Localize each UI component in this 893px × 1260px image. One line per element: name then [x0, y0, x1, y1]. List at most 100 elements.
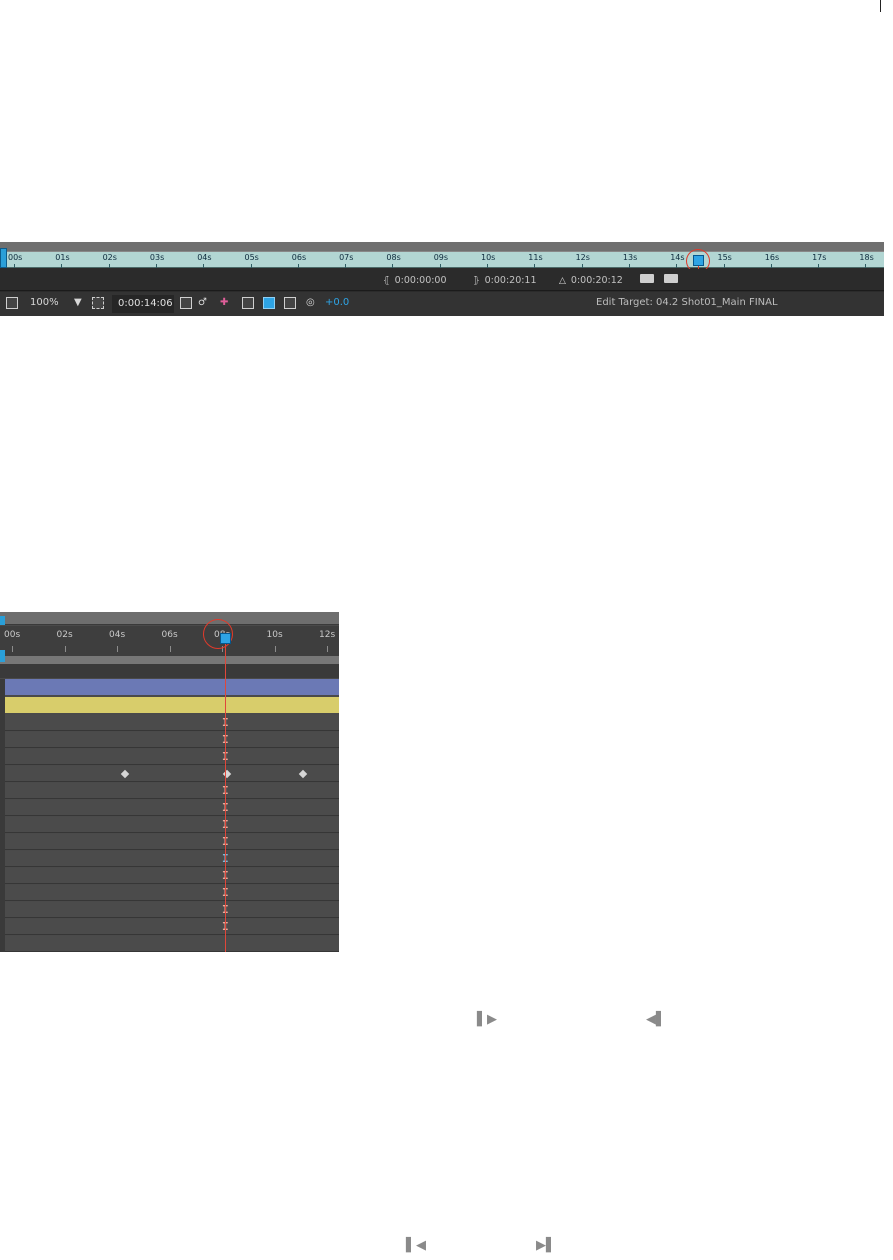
ruler-tick-mark — [61, 264, 63, 268]
region-of-interest-icon[interactable] — [92, 297, 104, 309]
composition-timeline-zoomed: 00s02s04s06s08s10s12s IIIIIIIIIIII — [0, 612, 339, 952]
time-ruler[interactable]: 00s02s04s06s08s10s12s — [0, 626, 339, 656]
ruler-tick-label: 05s — [244, 253, 259, 262]
exposure-value[interactable]: +0.0 — [325, 297, 349, 308]
ruler-tick-mark — [274, 646, 276, 652]
ruler-tick-label: 03s — [149, 253, 165, 262]
trim-comp-icon[interactable] — [640, 274, 654, 283]
property-row[interactable] — [5, 783, 339, 799]
ruler-tick-mark — [117, 646, 118, 652]
property-row[interactable] — [5, 902, 339, 918]
last-frame-icon[interactable]: ▶▌ — [536, 1238, 556, 1253]
ruler-tick-label: 00s — [4, 630, 21, 640]
resolution-icon[interactable] — [242, 297, 254, 309]
magnifier-icon[interactable] — [6, 297, 18, 309]
ruler-tick-label: 15s — [717, 253, 732, 262]
property-row[interactable] — [5, 851, 339, 867]
work-area-start-handle[interactable] — [0, 248, 7, 268]
layer-bar-yellow[interactable] — [5, 697, 339, 713]
ruler-tick-mark — [64, 646, 66, 652]
ruler-tick-label: 06s — [291, 253, 307, 262]
ruler-tick-mark — [676, 264, 678, 268]
ruler-tick-mark — [203, 264, 205, 268]
work-area-start: ⦃ 0:00:00:00 — [383, 275, 447, 286]
ruler-tick-mark — [534, 264, 536, 268]
handle-top — [0, 616, 5, 625]
property-row[interactable] — [5, 868, 339, 884]
ruler-tick-label: 01s — [55, 253, 70, 262]
work-area-start-handle[interactable] — [0, 616, 5, 662]
dropdown-arrow-icon[interactable]: ▼ — [74, 297, 82, 308]
ruler-tick-mark — [108, 264, 110, 268]
ruler-tick-mark — [327, 646, 328, 652]
ruler-tick-mark — [865, 264, 867, 268]
work-area-end: ⦄ 0:00:20:11 — [473, 275, 537, 286]
ruler-tick-label: 18s — [859, 253, 874, 262]
next-keyframe-icon[interactable]: ▌▶ — [477, 1012, 497, 1027]
ruler-tick-label: 10s — [266, 630, 283, 640]
ruler-tick-label: 14s — [670, 253, 685, 262]
channel-icon[interactable]: ✚ — [220, 297, 228, 308]
property-row[interactable] — [5, 885, 339, 901]
property-row[interactable] — [5, 732, 339, 748]
render-preview-icon[interactable] — [664, 274, 678, 283]
first-frame-icon[interactable]: ▌◀ — [406, 1238, 426, 1253]
page-corner-mark — [880, 0, 881, 12]
work-area-duration-value: 0:00:20:12 — [570, 275, 623, 286]
ruler-tick-mark — [12, 646, 13, 652]
work-area-bar[interactable] — [0, 656, 339, 664]
ruler-tick-mark — [487, 264, 488, 268]
ruler-tick-label: 08s — [386, 253, 401, 262]
property-row[interactable] — [5, 715, 339, 731]
property-row[interactable] — [5, 800, 339, 816]
ruler-tick-label: 04s — [109, 630, 126, 640]
current-time-line — [225, 640, 226, 952]
ruler-tick-mark — [345, 264, 347, 268]
property-row[interactable] — [5, 766, 339, 782]
ruler-tick-label: 13s — [622, 253, 638, 262]
exposure-reset-icon[interactable]: ◎ — [306, 297, 315, 308]
time-navigator-bar[interactable] — [0, 242, 884, 252]
layer-bar-blue[interactable] — [5, 679, 339, 695]
current-time-field[interactable]: 0:00:14:06 — [112, 295, 174, 313]
time-navigator-bar[interactable] — [0, 612, 339, 625]
ruler-tick-label: 02s — [56, 630, 73, 640]
ruler-tick-mark — [392, 264, 394, 268]
time-ruler[interactable]: 00s 01s 02s 03s 04s 05s 06s 07s 08s 09s 10s 11s 12s 1… — [0, 252, 884, 268]
ruler-tick-mark — [628, 264, 630, 268]
zoom-level[interactable]: 100% — [30, 297, 59, 308]
ruler-tick-mark — [723, 264, 725, 268]
property-row[interactable] — [5, 817, 339, 833]
work-area-info-bar: ⦃ 0:00:00:00 ⦄ 0:00:20:11 △ 0:00:20:12 — [0, 269, 884, 291]
ruler-tick-label: 12s — [575, 253, 590, 262]
handle-bottom — [0, 650, 5, 662]
ruler-tick-mark — [250, 264, 252, 268]
transparency-grid-icon[interactable] — [263, 297, 275, 309]
ruler-tick-label: 11s — [528, 253, 543, 262]
ruler-tick-mark — [581, 264, 583, 268]
current-time-indicator[interactable] — [220, 633, 231, 644]
ruler-tick-label: 02s — [102, 253, 117, 262]
snapshot-icon[interactable] — [180, 297, 192, 309]
viewer-toolbar: 100% ▼ 0:00:14:06 ♂ ✚ ◎ +0.0 Edit Target… — [0, 292, 884, 316]
ruler-tick-mark — [770, 264, 772, 268]
previous-keyframe-icon[interactable]: ◀▌ — [646, 1012, 666, 1027]
ruler-tick-label: 16s — [764, 253, 780, 262]
property-row[interactable] — [5, 919, 339, 935]
out-point-icon: ⦄ — [473, 276, 480, 286]
ruler-tick-label: 07s — [339, 253, 354, 262]
show-snapshot-icon[interactable]: ♂ — [198, 297, 207, 308]
ruler-spacer — [0, 664, 339, 678]
3d-view-icon[interactable] — [284, 297, 296, 309]
property-row[interactable] — [5, 834, 339, 850]
property-row[interactable] — [5, 749, 339, 765]
ruler-tick-label: 10s — [481, 253, 496, 262]
current-time-indicator[interactable] — [693, 255, 704, 266]
ruler-tick-label: 09s — [433, 253, 449, 262]
property-row[interactable] — [5, 936, 339, 952]
composition-timeline-wide: 00s 01s 02s 03s 04s 05s 06s 07s 08s 09s 10s 11s 12s 1… — [0, 242, 884, 316]
ruler-tick-mark — [297, 264, 299, 268]
in-point-icon: ⦃ — [383, 276, 390, 286]
ruler-tick-label: 00s — [8, 253, 23, 262]
ruler-tick-label: 12s — [319, 630, 336, 640]
